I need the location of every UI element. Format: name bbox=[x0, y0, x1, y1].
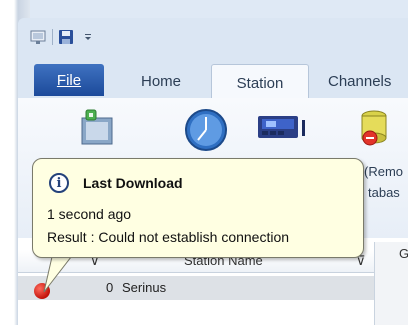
tooltip-result: Result : Could not establish connection bbox=[47, 229, 290, 245]
app-icon[interactable] bbox=[28, 27, 50, 47]
info-icon: i bbox=[49, 173, 69, 193]
side-panel-label: G bbox=[399, 246, 408, 261]
station-properties-icon[interactable] bbox=[76, 108, 116, 148]
database-remove-icon[interactable] bbox=[358, 108, 398, 148]
ribbon-button-label-partial: (Remo bbox=[364, 164, 404, 179]
device-icon[interactable] bbox=[256, 108, 306, 148]
ribbon-tabs: File Home Station Channels bbox=[18, 60, 408, 101]
row-station-name-cell: Serinus bbox=[122, 280, 167, 295]
last-download-tooltip: i Last Download 1 second ago Result : Co… bbox=[32, 158, 364, 258]
ribbon-button-label-partial-2: tabas bbox=[368, 185, 400, 200]
tooltip-time: 1 second ago bbox=[47, 206, 132, 222]
toolbar-separator bbox=[52, 29, 53, 45]
customize-dropdown-icon[interactable] bbox=[77, 27, 99, 47]
quick-access-toolbar bbox=[28, 26, 99, 48]
save-icon[interactable] bbox=[55, 27, 77, 47]
clock-icon[interactable] bbox=[184, 108, 227, 151]
tab-station[interactable]: Station bbox=[211, 64, 309, 101]
tab-home[interactable]: Home bbox=[126, 64, 196, 98]
tooltip-title: Last Download bbox=[83, 175, 183, 191]
tab-channels[interactable]: Channels bbox=[328, 64, 408, 98]
tab-file[interactable]: File bbox=[34, 64, 104, 96]
application-window: File Home Station Channels (Remo tabas ⊽… bbox=[0, 0, 408, 325]
row-count-cell: 0 bbox=[106, 280, 114, 295]
side-panel: G bbox=[374, 242, 408, 325]
